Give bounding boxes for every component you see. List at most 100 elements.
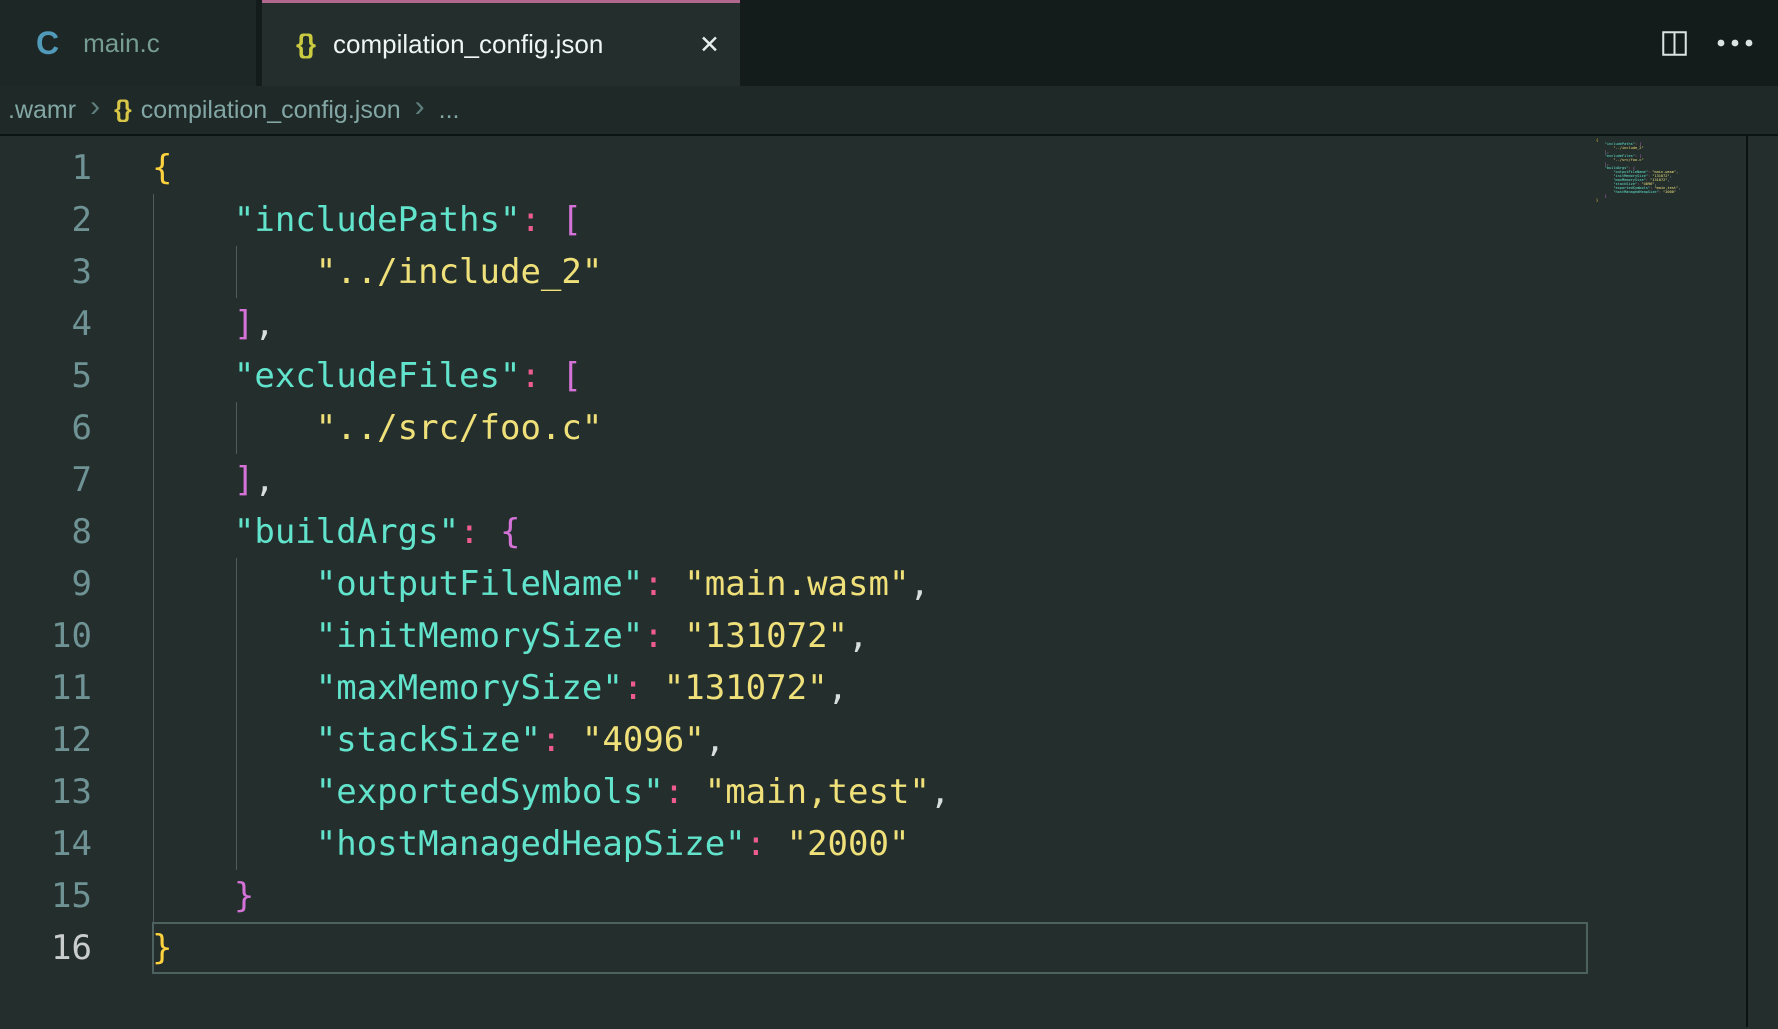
tab-bar: C main.c {} compilation_config.json ✕	[0, 0, 1778, 86]
minimap-divider	[1746, 136, 1748, 1027]
line-number[interactable]: 4	[0, 298, 92, 350]
line-number[interactable]: 8	[0, 506, 92, 558]
breadcrumb: .wamr › {} compilation_config.json › ...	[0, 86, 1778, 136]
line-number[interactable]: 9	[0, 558, 92, 610]
indent-guide	[153, 454, 154, 506]
code-text: "stackSize": "4096",	[152, 720, 725, 760]
close-icon[interactable]: ✕	[699, 30, 720, 60]
vscode-editor-window: C main.c {} compilation_config.json ✕ .w…	[0, 0, 1778, 1029]
code-text: "hostManagedHeapSize": "2000"	[152, 824, 909, 864]
split-editor-icon[interactable]	[1661, 30, 1688, 57]
code-line[interactable]: 9 "outputFileName": "main.wasm",	[0, 558, 1778, 610]
line-number[interactable]: 10	[0, 610, 92, 662]
breadcrumb-file[interactable]: compilation_config.json	[141, 96, 401, 125]
more-actions-icon[interactable]	[1716, 38, 1754, 48]
indent-guide	[236, 662, 237, 714]
line-number[interactable]: 5	[0, 350, 92, 402]
indent-guide	[153, 558, 154, 610]
code-text: }	[152, 928, 172, 968]
code-token: "2000"	[787, 824, 910, 864]
code-token: :	[643, 616, 663, 656]
code-text: "buildArgs": {	[152, 512, 521, 552]
code-line[interactable]: 6 "../src/foo.c"	[0, 402, 1778, 454]
code-line[interactable]: 2 "includePaths": [	[0, 194, 1778, 246]
code-line[interactable]: 8 "buildArgs": {	[0, 506, 1778, 558]
code-editor[interactable]: 1{2 "includePaths": [3 "../include_2"4 ]…	[0, 136, 1778, 1027]
tab-compilation-config-json[interactable]: {} compilation_config.json ✕	[262, 0, 740, 86]
line-number[interactable]: 3	[0, 246, 92, 298]
line-number[interactable]: 15	[0, 870, 92, 922]
code-token: "stackSize"	[316, 720, 541, 760]
code-token: ,	[705, 720, 725, 760]
indent-guide	[236, 818, 237, 870]
code-token	[480, 512, 500, 552]
code-line[interactable]: 15 }	[0, 870, 1778, 922]
line-number[interactable]: 1	[0, 142, 92, 194]
indent-guide	[236, 714, 237, 766]
code-token	[541, 356, 561, 396]
line-number[interactable]: 6	[0, 402, 92, 454]
minimap-token: ,	[1678, 186, 1680, 190]
code-token: [	[561, 356, 581, 396]
code-token: {	[500, 512, 520, 552]
code-text: "excludeFiles": [	[152, 356, 582, 396]
indent-guide	[153, 870, 154, 922]
code-line-content: "outputFileName": "main.wasm",	[152, 558, 1778, 610]
code-token: :	[664, 772, 684, 812]
code-text: "../include_2"	[152, 252, 602, 292]
code-token: }	[234, 876, 254, 916]
code-token: "buildArgs"	[234, 512, 459, 552]
chevron-right-icon: ›	[86, 92, 104, 128]
code-line-content: "hostManagedHeapSize": "2000"	[152, 818, 1778, 870]
line-number[interactable]: 11	[0, 662, 92, 714]
code-line[interactable]: 10 "initMemorySize": "131072",	[0, 610, 1778, 662]
code-line-content: "initMemorySize": "131072",	[152, 610, 1778, 662]
indent-guide	[236, 610, 237, 662]
code-token	[541, 200, 561, 240]
code-token: :	[520, 356, 540, 396]
code-token	[643, 668, 663, 708]
indent-guide	[153, 662, 154, 714]
line-number[interactable]: 7	[0, 454, 92, 506]
code-token: "outputFileName"	[316, 564, 644, 604]
code-text: {	[152, 148, 172, 188]
code-line[interactable]: 16}	[0, 922, 1778, 974]
tab-label: main.c	[83, 28, 160, 59]
code-line[interactable]: 4 ],	[0, 298, 1778, 350]
code-line-content: "../src/foo.c"	[152, 402, 1778, 454]
code-token: "hostManagedHeapSize"	[316, 824, 746, 864]
code-text: "maxMemorySize": "131072",	[152, 668, 848, 708]
line-number[interactable]: 2	[0, 194, 92, 246]
indent-guide	[236, 402, 237, 454]
line-number[interactable]: 13	[0, 766, 92, 818]
code-token: ,	[930, 772, 950, 812]
code-line[interactable]: 1{	[0, 142, 1778, 194]
code-line[interactable]: 7 ],	[0, 454, 1778, 506]
line-number[interactable]: 14	[0, 818, 92, 870]
tab-main-c[interactable]: C main.c	[0, 0, 256, 86]
code-line[interactable]: 12 "stackSize": "4096",	[0, 714, 1778, 766]
code-line[interactable]: 5 "excludeFiles": [	[0, 350, 1778, 402]
minimap-token: "2000"	[1663, 190, 1676, 194]
code-line[interactable]: 3 "../include_2"	[0, 246, 1778, 298]
code-line[interactable]: 11 "maxMemorySize": "131072",	[0, 662, 1778, 714]
code-token: ,	[254, 304, 274, 344]
code-text: "../src/foo.c"	[152, 408, 602, 448]
code-token: "4096"	[582, 720, 705, 760]
breadcrumb-folder[interactable]: .wamr	[8, 96, 76, 125]
minimap[interactable]: { "includePaths": [ "../include_2" ], "e…	[1596, 138, 1744, 202]
breadcrumb-more[interactable]: ...	[439, 96, 460, 125]
code-text: ],	[152, 304, 275, 344]
minimap-token: ,	[1667, 178, 1669, 182]
minimap-token: "hostManagedHeapSize"	[1613, 190, 1658, 194]
indent-guide	[153, 246, 154, 298]
code-line[interactable]: 14 "hostManagedHeapSize": "2000"	[0, 818, 1778, 870]
code-line[interactable]: 13 "exportedSymbols": "main,test",	[0, 766, 1778, 818]
code-line-content: "includePaths": [	[152, 194, 1778, 246]
line-number[interactable]: 12	[0, 714, 92, 766]
minimap-token: ,	[1670, 174, 1672, 178]
code-token: {	[152, 148, 172, 188]
c-file-icon: C	[36, 25, 59, 62]
line-number[interactable]: 16	[0, 922, 92, 974]
code-token: ]	[234, 304, 254, 344]
